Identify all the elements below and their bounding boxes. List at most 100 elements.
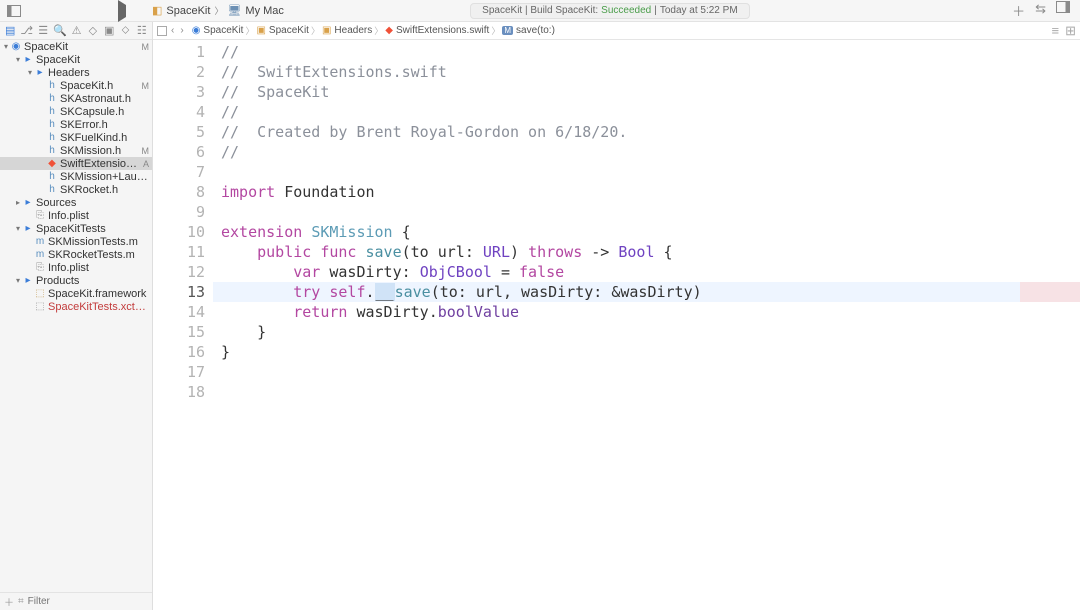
code-line[interactable]: } [213,342,1080,362]
code-line[interactable]: // Created by Brent Royal-Gordon on 6/18… [213,122,1080,142]
jumpbar-crumb[interactable]: M save(to:) [502,25,555,36]
issue-tab[interactable]: ⚠ [70,24,82,37]
filter-icon: ⌗ [18,596,24,607]
tree-item-label: SKRocket.h [60,184,149,196]
report-tab[interactable]: ☷ [136,24,148,37]
tree-item[interactable]: ▾◉SpaceKitM [0,40,152,53]
assistant-editor-icon[interactable]: ⊞ [1065,23,1076,39]
forward-button[interactable]: › [180,25,183,36]
code-line[interactable]: public func save(to url: URL) throws -> … [213,242,1080,262]
code-lines[interactable]: //// SwiftExtensions.swift// SpaceKit///… [213,40,1080,610]
code-line[interactable]: try self.__save(to: url, wasDirty: &wasD… [213,282,1080,302]
code-line[interactable]: var wasDirty: ObjCBool = false [213,262,1080,282]
breakpoint-tab[interactable]: ⬦ [119,24,131,37]
tree-item-label: SwiftExtensions.swift [60,158,143,170]
code-line[interactable] [213,162,1080,182]
run-button[interactable] [118,5,126,17]
tree-item[interactable]: hSKError.h [0,118,152,131]
scheme-selector[interactable]: ◧ SpaceKit 〉 🖥 My Mac [152,4,284,17]
code-line[interactable]: // [213,142,1080,162]
add-icon[interactable]: ＋ [4,594,14,609]
tree-item-label: SKRocketTests.m [48,249,149,261]
file-tree[interactable]: ▾◉SpaceKitM▾▸SpaceKit▾▸HeadershSpaceKit.… [0,40,152,592]
code-line[interactable]: } [213,322,1080,342]
tree-item-label: SKError.h [60,119,149,131]
tree-item-label: SpaceKit.h [60,80,142,92]
jumpbar-crumb[interactable]: ◉ SpaceKit [192,25,244,36]
right-panel-toggle-icon[interactable] [1056,1,1070,20]
filter-input[interactable] [28,596,160,607]
code-line[interactable]: // [213,102,1080,122]
status-result: Succeeded [601,5,651,16]
navigator-tabs: ▤ ⎇ ☰ 🔍 ⚠ ◇ ▣ ⬦ ☷ [0,22,152,40]
jumpbar-crumb[interactable]: ▣ SpaceKit [256,25,308,36]
jumpbar-crumb[interactable]: ◆ SwiftExtensions.swift [385,25,489,36]
tree-item[interactable]: hSKFuelKind.h [0,131,152,144]
tree-item[interactable]: hSKAstronaut.h [0,92,152,105]
status-time: Today at 5:22 PM [660,5,738,16]
tree-item[interactable]: ▾▸Headers [0,66,152,79]
find-tab[interactable]: 🔍 [53,24,66,37]
tree-item[interactable]: mSKRocketTests.m [0,248,152,261]
tree-item[interactable]: ▾▸Products [0,274,152,287]
tree-item[interactable]: hSKMission+Launch.h [0,170,152,183]
scheme-device: My Mac [245,5,284,17]
tree-item-label: SKMissionTests.m [48,236,149,248]
tree-item-label: SKCapsule.h [60,106,149,118]
code-editor[interactable]: 123456789101112131415161718 //// SwiftEx… [153,40,1080,610]
tree-item[interactable]: ⎘Info.plist [0,261,152,274]
related-items-icon[interactable] [157,26,167,36]
code-line[interactable] [213,362,1080,382]
source-control-tab[interactable]: ⎇ [20,24,33,37]
symbol-tab[interactable]: ☰ [37,24,49,37]
tree-item[interactable]: hSKMission.hM [0,144,152,157]
tree-item[interactable]: hSKRocket.h [0,183,152,196]
tree-item[interactable]: ▾▸SpaceKit [0,53,152,66]
tree-item-label: SpaceKit [36,54,149,66]
tree-item[interactable]: ▾▸SpaceKitTests [0,222,152,235]
navigator-filter-bar: ＋ ⌗ ◔ ▭ [0,592,152,610]
test-tab[interactable]: ◇ [87,24,99,37]
target-icon: ◧ [152,4,162,17]
tree-item-label: Headers [48,67,149,79]
tree-item-label: SKAstronaut.h [60,93,149,105]
tree-item-label: Sources [36,197,149,209]
tree-item-label: SKMission+Launch.h [60,171,149,183]
tree-item[interactable]: mSKMissionTests.m [0,235,152,248]
code-line[interactable]: // SpaceKit [213,82,1080,102]
tree-item-label: Info.plist [48,262,149,274]
tree-item-label: SKMission.h [60,145,142,157]
back-button[interactable]: ‹ [171,25,174,36]
tree-item-label: Products [36,275,149,287]
code-line[interactable]: extension SKMission { [213,222,1080,242]
status-prefix: SpaceKit | Build SpaceKit: [482,5,598,16]
code-line[interactable]: // SwiftExtensions.swift [213,62,1080,82]
tree-item[interactable]: ⎘Info.plist [0,209,152,222]
add-tab-icon[interactable]: ＋ [1012,1,1025,20]
code-line[interactable] [213,202,1080,222]
tree-item-label: SpaceKitTests [36,223,149,235]
left-panel-toggle-icon[interactable] [6,3,22,19]
code-line[interactable]: // [213,42,1080,62]
code-line[interactable]: import Foundation [213,182,1080,202]
code-line[interactable]: return wasDirty.boolValue [213,302,1080,322]
navigator-panel: ▤ ⎇ ☰ 🔍 ⚠ ◇ ▣ ⬦ ☷ ▾◉SpaceKitM▾▸SpaceKit▾… [0,22,153,610]
debug-tab[interactable]: ▣ [103,24,115,37]
tree-item-label: SKFuelKind.h [60,132,149,144]
build-status[interactable]: SpaceKit | Build SpaceKit: Succeeded | T… [470,3,750,19]
line-number-gutter: 123456789101112131415161718 [153,40,213,610]
project-navigator-tab[interactable]: ▤ [4,24,16,37]
tree-item[interactable]: ⬚SpaceKitTests.xctest [0,300,152,313]
editor-options-icon[interactable]: ≡ [1052,23,1060,39]
tree-item[interactable]: ▸▸Sources [0,196,152,209]
tree-item[interactable]: hSKCapsule.h [0,105,152,118]
tree-item-label: SpaceKit [24,41,142,53]
library-icon[interactable]: ⇆ [1035,1,1046,20]
tree-item-label: Info.plist [48,210,149,222]
chevron-right-icon: 〉 [214,4,223,17]
tree-item[interactable]: ⬚SpaceKit.framework [0,287,152,300]
code-line[interactable] [213,382,1080,402]
jumpbar-crumb[interactable]: ▣ Headers [322,25,372,36]
tree-item[interactable]: hSpaceKit.hM [0,79,152,92]
tree-item[interactable]: ◆SwiftExtensions.swiftA [0,157,152,170]
